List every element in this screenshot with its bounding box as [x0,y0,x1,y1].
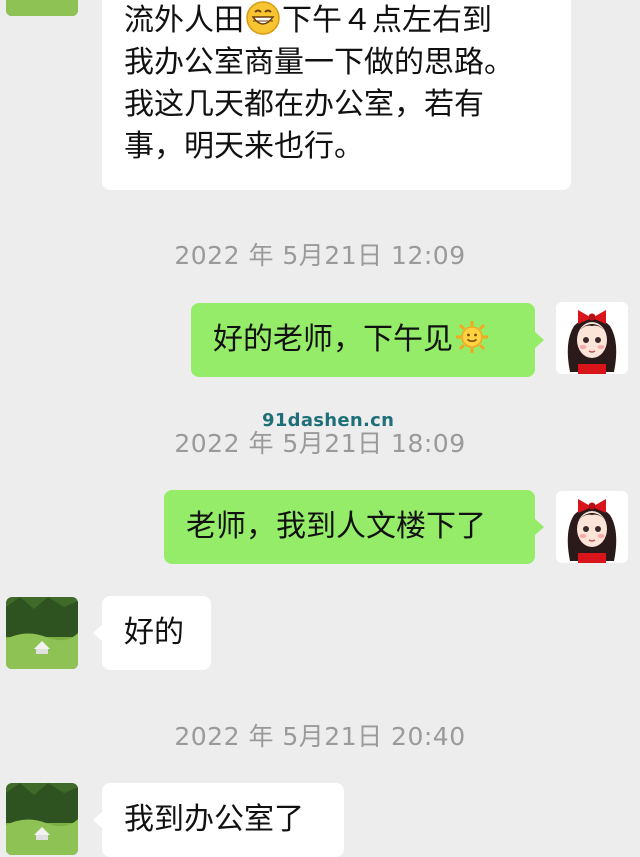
timestamp: 2022 年 5月21日 18:09 [174,429,466,458]
bubble-tail [534,518,544,536]
contact-avatar[interactable] [6,597,78,669]
message-text: 好的 [124,615,184,650]
grinning-face-emoji [246,1,280,35]
bubble-tail [93,811,103,829]
message-line: 流外人田 下午４点左右到 [124,0,549,42]
sun-with-face-emoji [455,320,489,354]
contact-avatar[interactable] [6,783,78,855]
incoming-message-bubble[interactable]: 流外人田 下午４点左右到 我办公室商量一下做的思路。 我这几天都在办公室，若有 事… [102,0,571,190]
message-text: 好的老师，下午见 [213,322,453,357]
outgoing-message-bubble[interactable]: 老师，我到人文楼下了 [164,490,544,564]
bubble-tail [534,331,544,349]
girl-avatar-image [556,491,628,563]
incoming-message-bubble[interactable]: 我到办公室了 [93,783,344,857]
message-text: 下午４点左右到 [282,3,492,38]
girl-avatar-image [556,302,628,374]
message-text: 老师，我到人文楼下了 [186,509,486,544]
message-line: 我这几天都在办公室，若有 [124,87,484,122]
message-line: 事，明天来也行。 [124,129,364,164]
outgoing-message-bubble[interactable]: 好的老师，下午见 [191,303,544,377]
landscape-avatar-image [6,0,78,16]
landscape-avatar-image [6,597,78,669]
bubble-tail [93,624,103,642]
message-text: 流外人田 [124,3,244,38]
message-text: 我到办公室了 [124,802,304,837]
user-avatar[interactable] [556,302,628,374]
landscape-avatar-image [6,783,78,855]
contact-avatar[interactable] [6,0,78,16]
timestamp: 2022 年 5月21日 20:40 [174,722,466,751]
message-line: 我办公室商量一下做的思路。 [124,45,514,80]
timestamp: 2022 年 5月21日 12:09 [174,241,466,270]
incoming-message-bubble[interactable]: 好的 [93,596,211,670]
user-avatar[interactable] [556,491,628,563]
